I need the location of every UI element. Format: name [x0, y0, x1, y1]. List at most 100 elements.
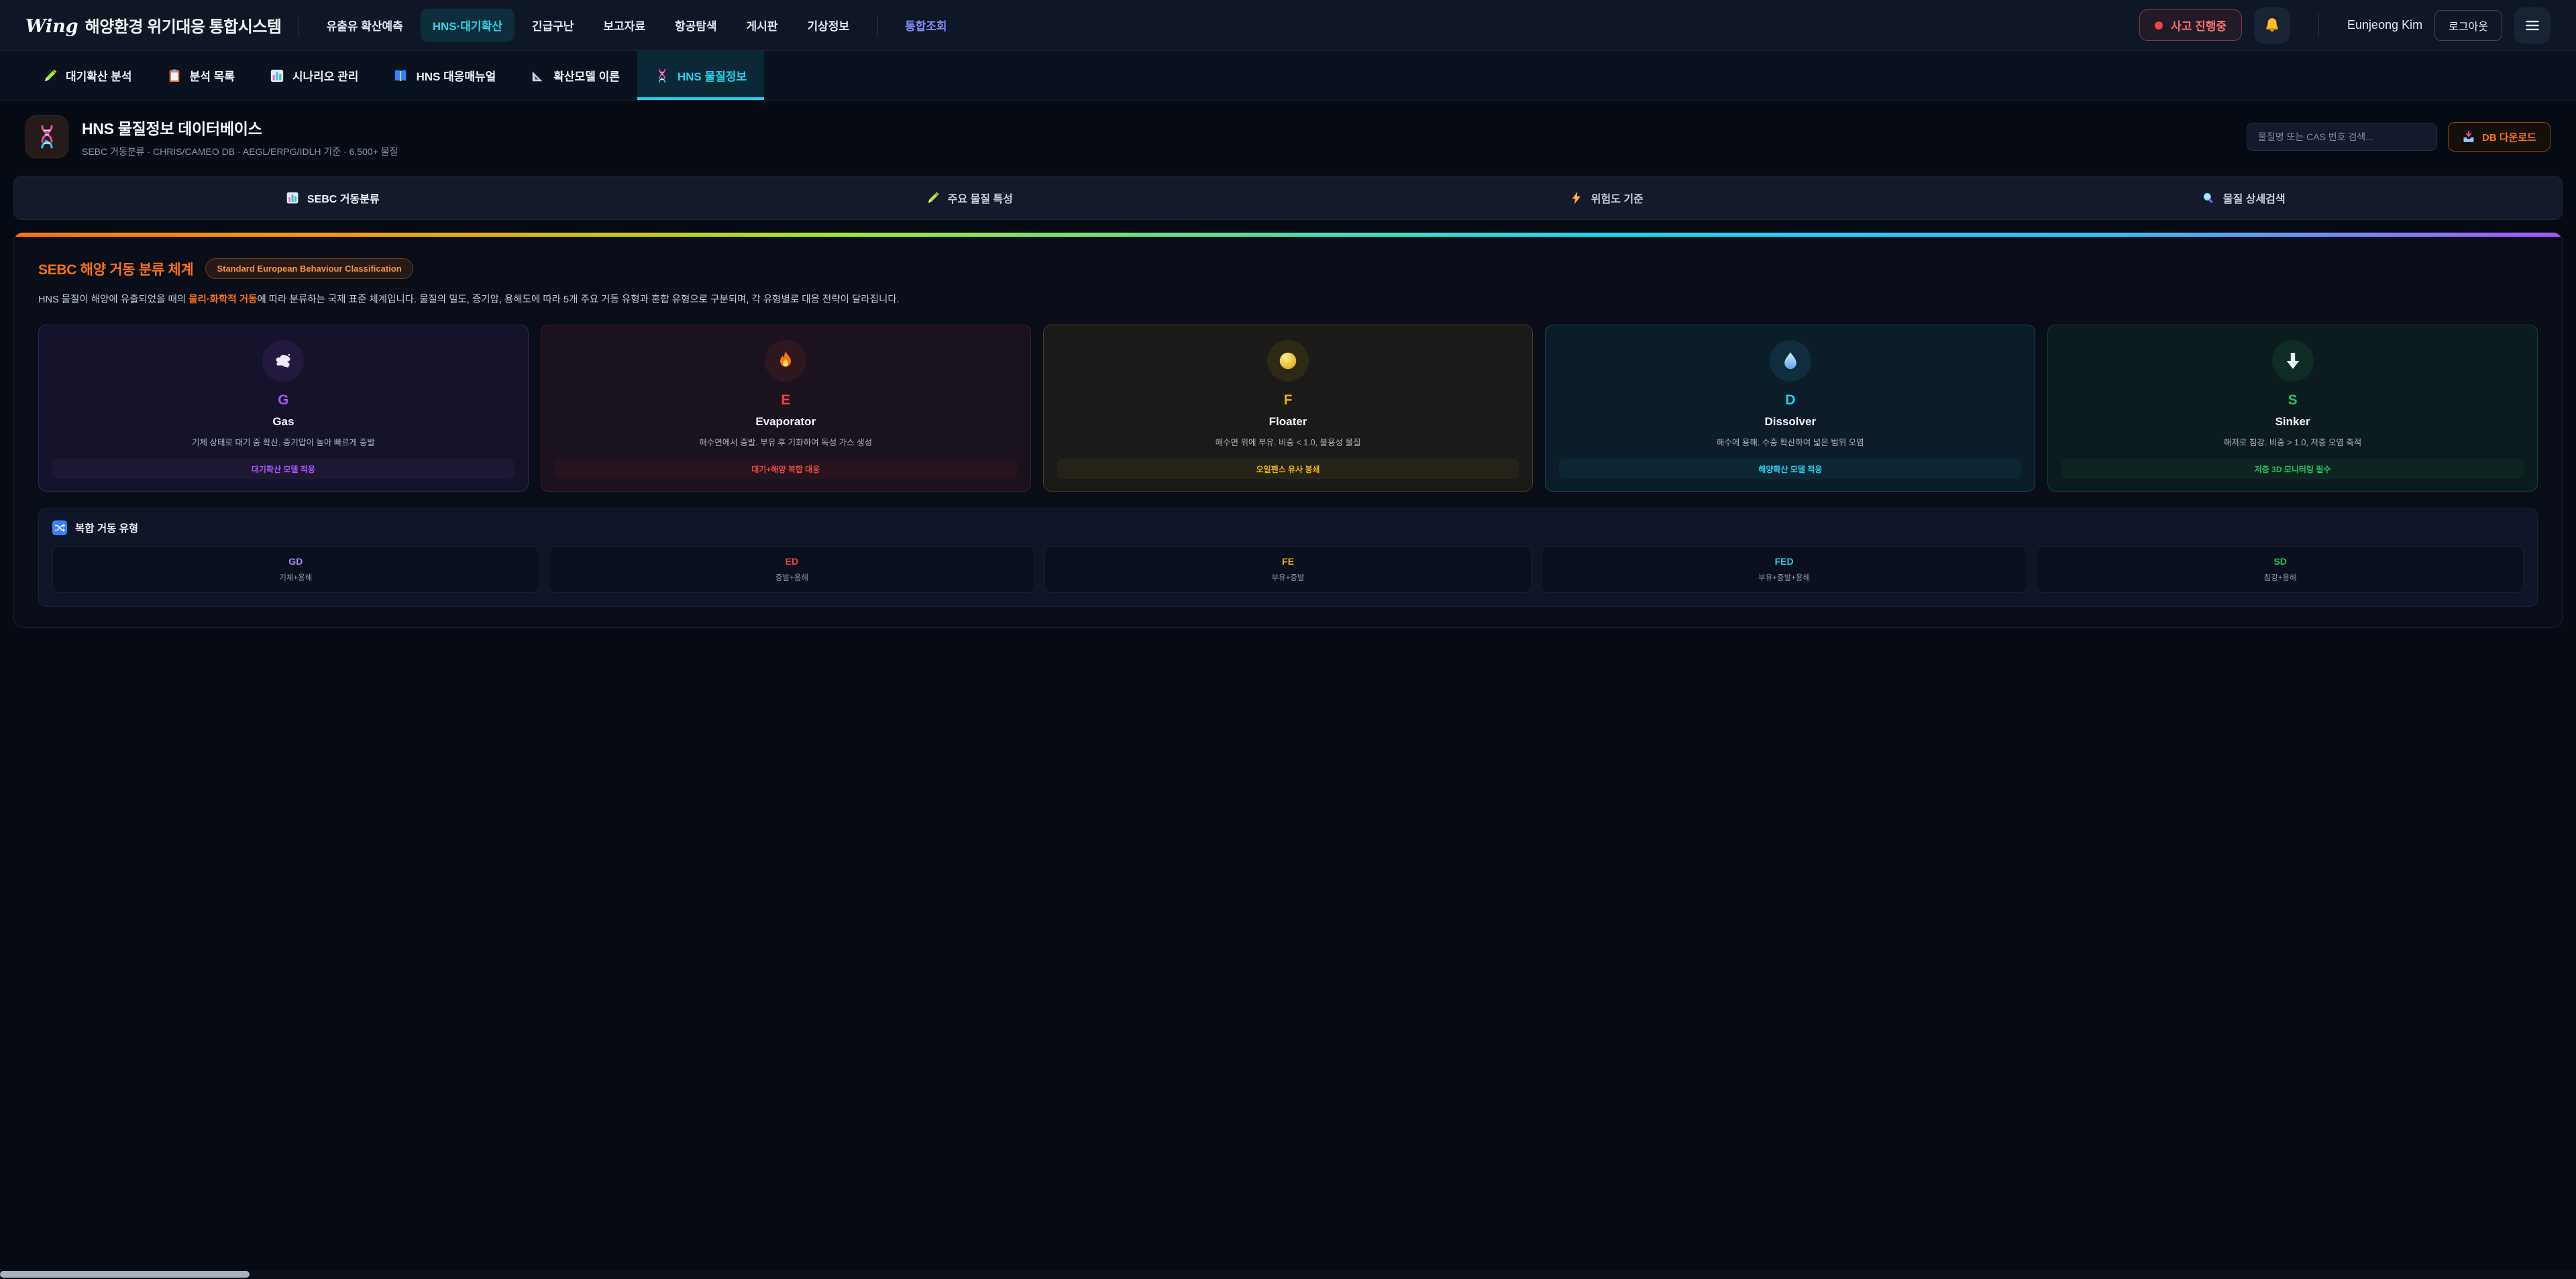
section-tab[interactable]: 위험도 기준 [1288, 176, 1925, 219]
section-tab-label: 주요 물질 특성 [948, 190, 1013, 206]
section-tab-icon [1570, 191, 1583, 205]
sebc-content-card: SEBC 해양 거동 분류 체계 Standard European Behav… [13, 232, 2563, 628]
complex-code: GD [60, 556, 532, 567]
main-nav: 유출유 확산예측 HNS·대기확산 긴급구난 보고자료 항공탐색 게시판 기상정… [315, 9, 862, 42]
behaviour-cards-row: G Gas 기체 상태로 대기 중 확산. 증기압이 높아 빠르게 증발 대기확… [38, 325, 2538, 492]
incident-dot-icon [2155, 21, 2163, 30]
logo-script: Wing [25, 16, 78, 37]
subnav-tab-label: 대기확산 분석 [66, 67, 132, 84]
behaviour-response-tag: 대기확산 모델 적용 [52, 459, 515, 479]
subnav-tab[interactable]: HNS 물질정보 [637, 51, 764, 100]
subnav-tab[interactable]: 분석 목록 [150, 51, 252, 100]
section-tab-icon [2202, 191, 2215, 205]
section-tab[interactable]: 물질 상세검색 [1925, 176, 2563, 219]
complex-label: 부유+증발+용해 [1548, 572, 2021, 583]
user-name: Eunjeong Kim [2347, 18, 2422, 32]
nav-item[interactable]: 유출유 확산예측 [315, 9, 415, 42]
behaviour-card[interactable]: F Floater 해수면 위에 부유. 비중 < 1.0, 불용성 물질 오일… [1043, 325, 1534, 492]
behaviour-card-icon [262, 340, 304, 382]
subnav-tab[interactable]: 시나리오 관리 [252, 51, 376, 100]
complex-behaviour-item[interactable]: ED 증발+용해 [549, 546, 1036, 593]
complex-behaviour-title: 복합 거동 유형 [75, 520, 138, 535]
logout-button[interactable]: 로그아웃 [2434, 10, 2502, 41]
menu-button[interactable] [2514, 7, 2551, 44]
section-tab-label: 물질 상세검색 [2223, 190, 2286, 206]
behaviour-response-tag: 저층 3D 모니터링 필수 [2061, 459, 2524, 479]
app-title: 해양환경 위기대응 통합시스템 [85, 13, 282, 37]
scrollbar-thumb[interactable] [0, 1271, 250, 1278]
substance-search-input[interactable] [2247, 123, 2437, 151]
nav-item[interactable]: 항공탐색 [663, 9, 729, 42]
complex-behaviour-item[interactable]: SD 침강+용해 [2037, 546, 2524, 593]
behaviour-code: G [52, 392, 515, 408]
subnav-tab[interactable]: 확산모델 이론 [513, 51, 637, 100]
subnav-tab-label: 확산모델 이론 [553, 67, 620, 84]
behaviour-code: F [1057, 392, 1519, 408]
nav-item[interactable]: 기상정보 [795, 9, 861, 42]
complex-behaviour-item[interactable]: FED 부유+증발+용해 [1541, 546, 2028, 593]
nav-divider [298, 14, 299, 37]
notifications-button[interactable] [2254, 7, 2290, 44]
description-emphasis: 물리·화학적 거동 [189, 294, 257, 305]
subnav-tab[interactable]: HNS 대응매뉴얼 [376, 51, 513, 100]
app-logo[interactable]: Wing 해양환경 위기대응 통합시스템 [25, 13, 282, 37]
subnav-tab-icon [270, 68, 284, 83]
section-tab[interactable]: SEBC 거동분류 [14, 176, 651, 219]
complex-code: FED [1548, 556, 2021, 567]
nav-item-integrated-search[interactable]: 통합조회 [894, 9, 958, 42]
nav-item[interactable]: 게시판 [735, 9, 790, 42]
complex-behaviour-section: 복합 거동 유형 GD 기체+용해 ED 증발+용해 FE 부유+증발 FED … [38, 508, 2538, 607]
nav-item[interactable]: 보고자료 [591, 9, 657, 42]
behaviour-card-icon [1267, 340, 1309, 382]
hamburger-menu-icon [2524, 17, 2541, 34]
sebc-section-title: SEBC 해양 거동 분류 체계 [38, 259, 193, 279]
page-title: HNS 물질정보 데이터베이스 [82, 116, 398, 139]
subnav-tab-label: HNS 물질정보 [678, 67, 747, 84]
db-download-button[interactable]: DB 다운로드 [2448, 122, 2551, 152]
complex-behaviour-row: GD 기체+용해 ED 증발+용해 FE 부유+증발 FED 부유+증발+용해 … [52, 546, 2524, 593]
behaviour-description: 해저로 침강. 비중 > 1.0, 저층 오염 축적 [2061, 435, 2524, 448]
complex-code: SD [2044, 556, 2516, 567]
page-header-text: HNS 물질정보 데이터베이스 SEBC 거동분류 · CHRIS/CAMEO … [82, 116, 398, 158]
complex-label: 증발+용해 [556, 572, 1028, 583]
behaviour-card[interactable]: E Evaporator 해수면에서 증발. 부유 후 기화하여 독성 가스 생… [541, 325, 1031, 492]
incident-status-badge[interactable]: 사고 진행중 [2139, 9, 2242, 41]
behaviour-description: 기체 상태로 대기 중 확산. 증기압이 높아 빠르게 증발 [52, 435, 515, 448]
behaviour-card-icon [765, 340, 806, 382]
behaviour-card-icon [2272, 340, 2314, 382]
behaviour-card[interactable]: G Gas 기체 상태로 대기 중 확산. 증기압이 높아 빠르게 증발 대기확… [38, 325, 529, 492]
behaviour-card[interactable]: D Dissolver 해수에 용해. 수중 확산하여 넓은 범위 오염 해양확… [1545, 325, 2035, 492]
subnav-tab-icon [167, 68, 182, 83]
incident-label: 사고 진행중 [2171, 17, 2226, 34]
section-tab-icon [286, 191, 299, 205]
sebc-description: HNS 물질이 해양에 유출되었을 때의 물리·화학적 거동에 따라 분류하는 … [38, 292, 2538, 307]
subnav-tab-icon [655, 68, 669, 83]
nav-divider-2 [877, 14, 878, 37]
behaviour-description: 해수에 용해. 수중 확산하여 넓은 범위 오염 [1559, 435, 2021, 448]
sebc-standard-badge: Standard European Behaviour Classificati… [205, 258, 413, 279]
subnav-tab-label: 분석 목록 [190, 67, 235, 84]
page-header-actions: DB 다운로드 [2247, 122, 2551, 152]
section-tab[interactable]: 주요 물질 특성 [651, 176, 1289, 219]
complex-code: ED [556, 556, 1028, 567]
subnav-tab[interactable]: 대기확산 분석 [25, 51, 150, 100]
complex-behaviour-item[interactable]: GD 기체+용해 [52, 546, 539, 593]
section-tab-icon [926, 191, 940, 205]
section-tab-label: 위험도 기준 [1591, 190, 1644, 206]
behaviour-name: Dissolver [1559, 415, 2021, 429]
sebc-title-row: SEBC 해양 거동 분류 체계 Standard European Behav… [38, 258, 2538, 279]
nav-item[interactable]: 긴급구난 [520, 9, 586, 42]
behaviour-card[interactable]: S Sinker 해저로 침강. 비중 > 1.0, 저층 오염 축적 저층 3… [2047, 325, 2538, 492]
complex-label: 침강+용해 [2044, 572, 2516, 583]
nav-item[interactable]: HNS·대기확산 [421, 9, 515, 42]
horizontal-scrollbar[interactable] [0, 1270, 2576, 1279]
nav-divider-3 [2318, 14, 2319, 37]
complex-behaviour-item[interactable]: FE 부유+증발 [1044, 546, 1532, 593]
page-subtitle: SEBC 거동분류 · CHRIS/CAMEO DB · AEGL/ERPG/I… [82, 145, 398, 158]
behaviour-code: D [1559, 392, 2021, 408]
complex-label: 기체+용해 [60, 572, 532, 583]
behaviour-description: 해수면 위에 부유. 비중 < 1.0, 불용성 물질 [1057, 435, 1519, 448]
behaviour-response-tag: 오일펜스 유사 봉쇄 [1057, 459, 1519, 479]
subnav-tab-label: 시나리오 관리 [292, 67, 359, 84]
subnav-tab-icon [43, 68, 58, 83]
